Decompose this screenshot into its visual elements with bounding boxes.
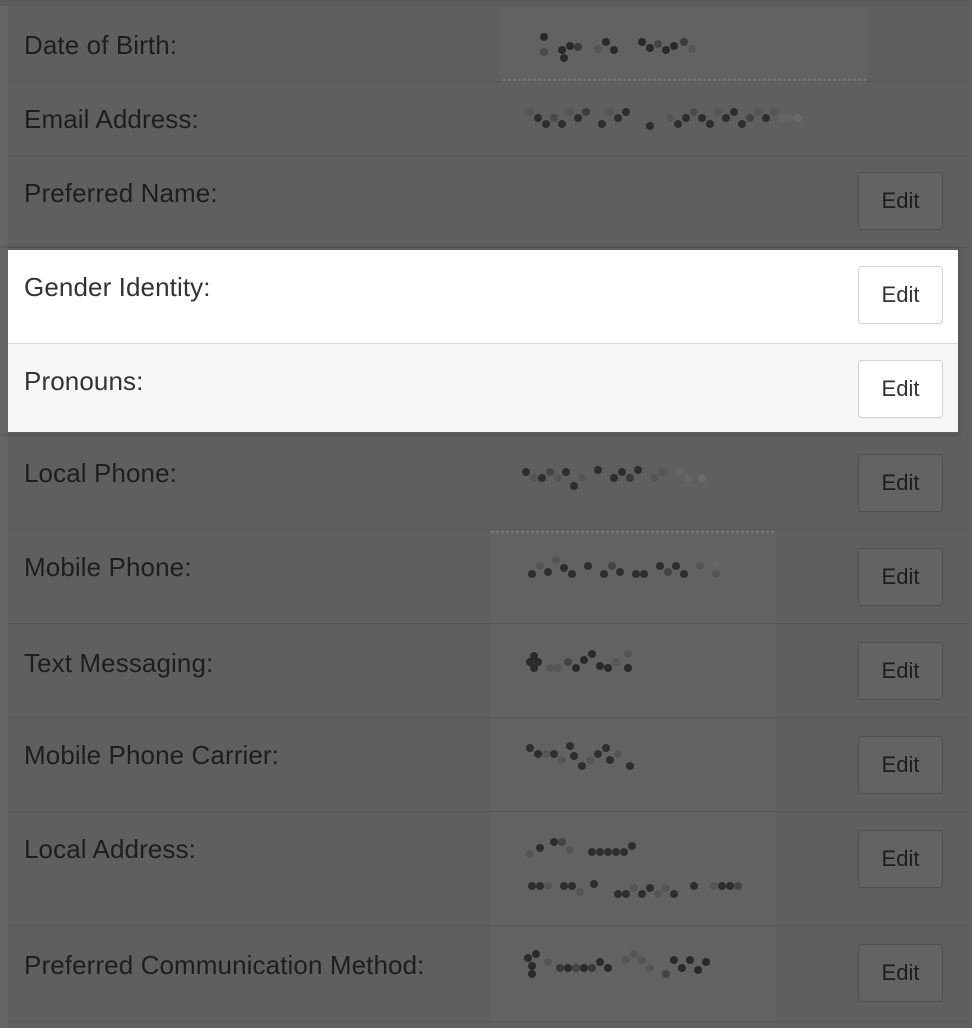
field-label: Preferred Communication Method:: [24, 950, 425, 980]
edit-pronouns-button[interactable]: Edit: [858, 360, 943, 418]
field-row-mobile-phone: Mobile Phone: Edit: [8, 530, 972, 624]
field-label: Preferred Name:: [24, 178, 218, 208]
field-row-gender-identity: Gender Identity: Edit: [8, 250, 958, 344]
field-row-preferred-communication-method: Preferred Communication Method: Edit: [8, 926, 972, 1022]
edit-text-messaging-button[interactable]: Edit: [858, 642, 943, 700]
redaction-icon: [526, 838, 742, 898]
redaction-icon: [540, 33, 696, 62]
field-row-text-messaging: Text Messaging: Edit: [8, 624, 972, 718]
redacted-value: [520, 646, 640, 676]
field-row-date-of-birth: Date of Birth:: [8, 6, 972, 82]
redaction-icon: [526, 108, 802, 130]
redacted-value: [520, 948, 720, 978]
redacted-value: [522, 98, 812, 130]
field-row-email-address: Email Address:: [8, 82, 972, 156]
edit-preferred-name-button[interactable]: Edit: [858, 172, 943, 230]
redaction-icon: [526, 650, 632, 672]
edit-local-phone-button[interactable]: Edit: [858, 454, 943, 512]
field-row-preferred-name: Preferred Name: Edit: [8, 156, 972, 248]
redacted-value: [520, 552, 740, 582]
redacted-value: [520, 832, 750, 902]
edit-gender-identity-button[interactable]: Edit: [858, 266, 943, 324]
field-label: Text Messaging:: [24, 648, 214, 678]
field-label: Local Address:: [24, 834, 196, 864]
redaction-icon: [526, 742, 634, 770]
profile-page: Date of Birth: Email Address: Preferred …: [0, 0, 972, 1028]
field-label: Mobile Phone:: [24, 552, 192, 582]
redacted-value: [520, 740, 650, 770]
edit-mobile-phone-button[interactable]: Edit: [858, 548, 943, 606]
redaction-icon: [522, 466, 706, 490]
redacted-value: [524, 28, 704, 62]
field-label: Gender Identity:: [24, 272, 211, 302]
edit-mobile-phone-carrier-button[interactable]: Edit: [858, 736, 943, 794]
redacted-value: [520, 458, 720, 490]
field-row-local-phone: Local Phone: Edit: [8, 436, 972, 530]
field-label: Date of Birth:: [24, 30, 178, 60]
field-label: Email Address:: [24, 104, 199, 134]
field-label: Pronouns:: [24, 366, 144, 396]
redaction-icon: [528, 556, 720, 578]
field-row-mobile-phone-carrier: Mobile Phone Carrier: Edit: [8, 718, 972, 812]
field-row-pronouns: Pronouns: Edit: [8, 344, 958, 432]
redaction-icon: [524, 950, 710, 978]
field-label: Local Phone:: [24, 458, 177, 488]
field-label: Mobile Phone Carrier:: [24, 740, 279, 770]
edit-local-address-button[interactable]: Edit: [858, 830, 943, 888]
edit-preferred-communication-method-button[interactable]: Edit: [858, 944, 943, 1002]
field-row-local-address: Local Address: Edit: [8, 812, 972, 926]
